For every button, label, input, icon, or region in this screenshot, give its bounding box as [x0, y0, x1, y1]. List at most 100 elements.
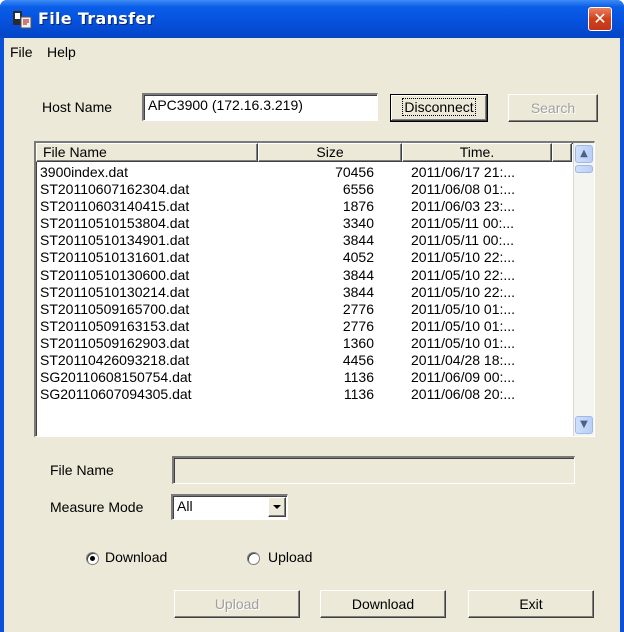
exit-button-label: Exit [519, 596, 543, 612]
exit-button[interactable]: Exit [468, 590, 594, 618]
file-name-cell: ST20110510131601.dat [40, 249, 190, 266]
file-transfer-window: File Transfer ✕ File Help Host Name APC3… [0, 0, 624, 632]
download-button-label: Download [351, 596, 415, 612]
file-transfer-icon [13, 11, 32, 29]
measure-mode-value: All [177, 498, 193, 514]
file-list-header: File Name Size Time. [36, 143, 572, 162]
table-row[interactable]: ST20110509162903.dat 1360 2011/05/10 01:..… [36, 335, 570, 352]
host-name-label: Host Name [42, 99, 113, 115]
dropdown-arrow-icon [273, 505, 281, 509]
size-cell: 3844 [342, 283, 374, 300]
time-cell: 2011/05/10 22:... [411, 249, 516, 266]
size-cell: 3844 [342, 232, 374, 249]
column-header-file-name[interactable]: File Name [36, 143, 258, 162]
window-title: File Transfer [38, 9, 155, 28]
host-name-value: APC3900 (172.16.3.219) [148, 97, 303, 113]
time-cell: 2011/06/17 21:... [411, 164, 516, 180]
size-cell: 6556 [342, 181, 374, 198]
size-cell: 1136 [343, 369, 374, 386]
close-icon: ✕ [593, 9, 607, 28]
time-cell: 2011/06/03 23:... [411, 198, 516, 215]
file-name-cell: ST20110509165700.dat [40, 300, 190, 317]
search-button-label: Search [530, 100, 576, 116]
file-name-cell: ST20110607162304.dat [40, 181, 190, 198]
measure-mode-select[interactable]: All [171, 494, 288, 520]
scroll-up-button[interactable]: ▲ [575, 145, 593, 163]
size-cell: 2776 [342, 300, 374, 317]
chevron-up-icon: ▲ [580, 148, 588, 159]
size-cell: 1360 [342, 334, 374, 351]
table-row[interactable]: ST20110510153804.dat 3340 2011/05/11 00:..… [36, 215, 570, 232]
size-cell: 1136 [343, 386, 374, 403]
radio-selected-dot [90, 556, 95, 561]
measure-mode-dropdown-button[interactable] [268, 497, 286, 517]
time-cell: 2011/05/10 01:... [411, 300, 516, 317]
file-name-cell: 3900index.dat [40, 164, 128, 180]
file-name-cell: ST20110509163153.dat [40, 317, 190, 334]
upload-button-label: Upload [214, 596, 260, 612]
file-name-cell: ST20110510134901.dat [40, 232, 190, 249]
table-row[interactable]: SG20110608150754.dat 1136 2011/06/09 00:..… [36, 369, 570, 386]
column-header-size[interactable]: Size [258, 143, 402, 162]
table-row[interactable]: ST20110510130214.dat 3844 2011/05/10 22:..… [36, 284, 570, 301]
file-name-cell: SG20110607094305.dat [40, 386, 192, 403]
size-cell: 3844 [342, 266, 374, 283]
size-cell: 70456 [335, 164, 374, 180]
table-row[interactable]: SG20110607094305.dat 1136 2011/06/08 20:..… [36, 386, 570, 403]
file-list[interactable]: File Name Size Time. 3900index.dat 70456 2… [34, 141, 595, 437]
download-radio-label[interactable]: Download [105, 549, 167, 565]
chevron-down-icon: ▼ [580, 419, 588, 430]
time-cell: 2011/05/11 00:... [411, 215, 515, 232]
upload-radio-label[interactable]: Upload [268, 549, 312, 565]
menu-file[interactable]: File [10, 44, 33, 60]
time-cell: 2011/06/09 00:... [411, 369, 516, 386]
download-radio[interactable] [86, 552, 99, 565]
download-button[interactable]: Download [320, 590, 446, 618]
file-name-field[interactable] [172, 456, 575, 484]
time-cell: 2011/05/11 00:... [411, 232, 515, 249]
file-name-cell: SG20110608150754.dat [40, 369, 192, 386]
file-name-cell: ST20110603140415.dat [40, 198, 190, 215]
size-cell: 4052 [342, 249, 374, 266]
disconnect-button[interactable]: Disconnect [390, 94, 488, 122]
table-row[interactable]: ST20110426093218.dat 4456 2011/04/28 18:..… [36, 352, 570, 369]
size-cell: 1876 [342, 198, 374, 215]
scroll-down-button[interactable]: ▼ [575, 416, 593, 434]
table-row[interactable]: 3900index.dat 70456 2011/06/17 21:... [36, 164, 570, 181]
size-cell: 2776 [342, 317, 374, 334]
time-cell: 2011/04/28 18:... [411, 352, 516, 369]
time-cell: 2011/06/08 20:... [411, 386, 516, 403]
table-row[interactable]: ST20110509163153.dat 2776 2011/05/10 01:..… [36, 318, 570, 335]
table-row[interactable]: ST20110509165700.dat 2776 2011/05/10 01:..… [36, 301, 570, 318]
column-header-time[interactable]: Time. [402, 143, 552, 162]
table-row[interactable]: ST20110510134901.dat 3844 2011/05/11 00:..… [36, 232, 570, 249]
upload-radio[interactable] [247, 552, 260, 565]
scroll-thumb[interactable] [575, 165, 593, 173]
measure-mode-label: Measure Mode [50, 499, 144, 515]
file-name-cell: ST20110510130214.dat [40, 283, 190, 300]
table-row[interactable]: ST20110603140415.dat 1876 2011/06/03 23:..… [36, 198, 570, 215]
dialog-body: File Help Host Name APC3900 (172.16.3.21… [4, 38, 620, 632]
menu-bar: File Help [4, 38, 620, 64]
host-name-field[interactable]: APC3900 (172.16.3.219) [142, 93, 378, 121]
upload-button[interactable]: Upload [174, 590, 300, 618]
file-name-cell: ST20110509162903.dat [40, 334, 190, 351]
table-row[interactable]: ST20110510130600.dat 3844 2011/05/10 22:..… [36, 267, 570, 284]
menu-help[interactable]: Help [47, 44, 76, 60]
time-cell: 2011/05/10 01:... [411, 334, 516, 351]
time-cell: 2011/05/10 22:... [411, 266, 516, 283]
time-cell: 2011/05/10 01:... [411, 317, 516, 334]
title-bar[interactable]: File Transfer ✕ [0, 0, 624, 38]
table-row[interactable]: ST20110607162304.dat 6556 2011/06/08 01:..… [36, 181, 570, 198]
file-name-cell: ST20110426093218.dat [40, 352, 190, 369]
column-header-filler [552, 143, 572, 162]
size-cell: 3340 [342, 215, 374, 232]
file-list-rows: 3900index.dat 70456 2011/06/17 21:... ST201… [36, 164, 570, 403]
file-name-label: File Name [50, 462, 114, 478]
disconnect-button-label: Disconnect [402, 98, 476, 116]
close-button[interactable]: ✕ [588, 7, 612, 31]
table-row[interactable]: ST20110510131601.dat 4052 2011/05/10 22:..… [36, 249, 570, 266]
search-button[interactable]: Search [508, 94, 598, 122]
file-list-scrollbar[interactable]: ▲ ▼ [573, 143, 594, 436]
time-cell: 2011/06/08 01:... [411, 181, 516, 198]
